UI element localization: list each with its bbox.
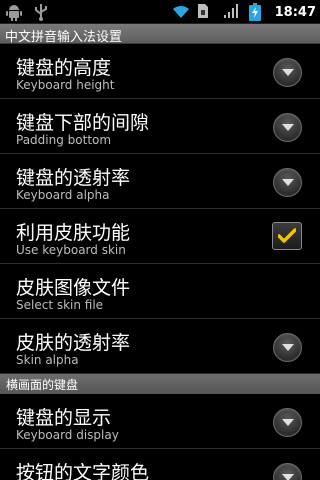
battery-charging-icon — [248, 3, 267, 21]
pref-summary: Padding bottom — [16, 133, 112, 147]
pref-summary: Select skin file — [16, 298, 104, 312]
sim-icon — [197, 3, 215, 21]
wifi-icon — [171, 3, 189, 21]
skin-checkbox[interactable] — [272, 222, 302, 250]
pref-title: 键盘的显示 — [16, 407, 112, 429]
dropdown-arrow-icon[interactable] — [273, 463, 302, 480]
dropdown-arrow-icon[interactable] — [273, 333, 302, 362]
usb-icon — [34, 3, 52, 21]
category-header-landscape: 横画面的键盘 — [0, 374, 320, 394]
pref-keyboard-height[interactable]: 键盘的高度 Keyboard height — [0, 45, 320, 99]
pref-title: 皮肤的透射率 — [16, 332, 131, 354]
pref-use-keyboard-skin[interactable]: 利用皮肤功能 Use keyboard skin — [0, 210, 320, 264]
pref-summary: Use keyboard skin — [16, 243, 126, 257]
dropdown-arrow-icon[interactable] — [273, 168, 302, 197]
pref-title: 键盘的高度 — [16, 57, 112, 79]
dropdown-arrow-icon[interactable] — [273, 113, 302, 142]
android-debug-icon — [6, 3, 24, 21]
pref-title: 皮肤图像文件 — [16, 277, 131, 299]
signal-icon — [223, 3, 241, 21]
pref-keyboard-alpha[interactable]: 键盘的透射率 Keyboard alpha — [0, 155, 320, 209]
pref-title: 按钮的文字颜色 — [16, 462, 150, 480]
pref-select-skin-file[interactable]: 皮肤图像文件 Select skin file — [0, 265, 320, 319]
clock: 18:47 — [274, 4, 316, 20]
pref-skin-alpha[interactable]: 皮肤的透射率 Skin alpha — [0, 320, 320, 374]
checkmark-icon — [278, 228, 296, 243]
pref-summary: Keyboard height — [16, 78, 115, 92]
pref-summary: Keyboard alpha — [16, 188, 110, 202]
pref-padding-bottom[interactable]: 键盘下部的间隙 Padding bottom — [0, 100, 320, 154]
pref-summary: Keyboard display — [16, 428, 119, 442]
status-bar: 18:47 — [0, 0, 320, 24]
pref-title: 键盘下部的间隙 — [16, 112, 150, 134]
dropdown-arrow-icon[interactable] — [273, 58, 302, 87]
category-title: 横画面的键盘 — [6, 378, 79, 392]
pref-button-text-color[interactable]: 按钮的文字颜色 — [0, 450, 320, 480]
pref-title: 利用皮肤功能 — [16, 222, 131, 244]
pref-title: 键盘的透射率 — [16, 167, 131, 189]
window-title-bar: 中文拼音输入法设置 — [0, 24, 320, 45]
pref-keyboard-display[interactable]: 键盘的显示 Keyboard display — [0, 395, 320, 449]
dropdown-arrow-icon[interactable] — [273, 408, 302, 437]
pref-summary: Skin alpha — [16, 353, 79, 367]
page-title: 中文拼音输入法设置 — [5, 30, 123, 45]
